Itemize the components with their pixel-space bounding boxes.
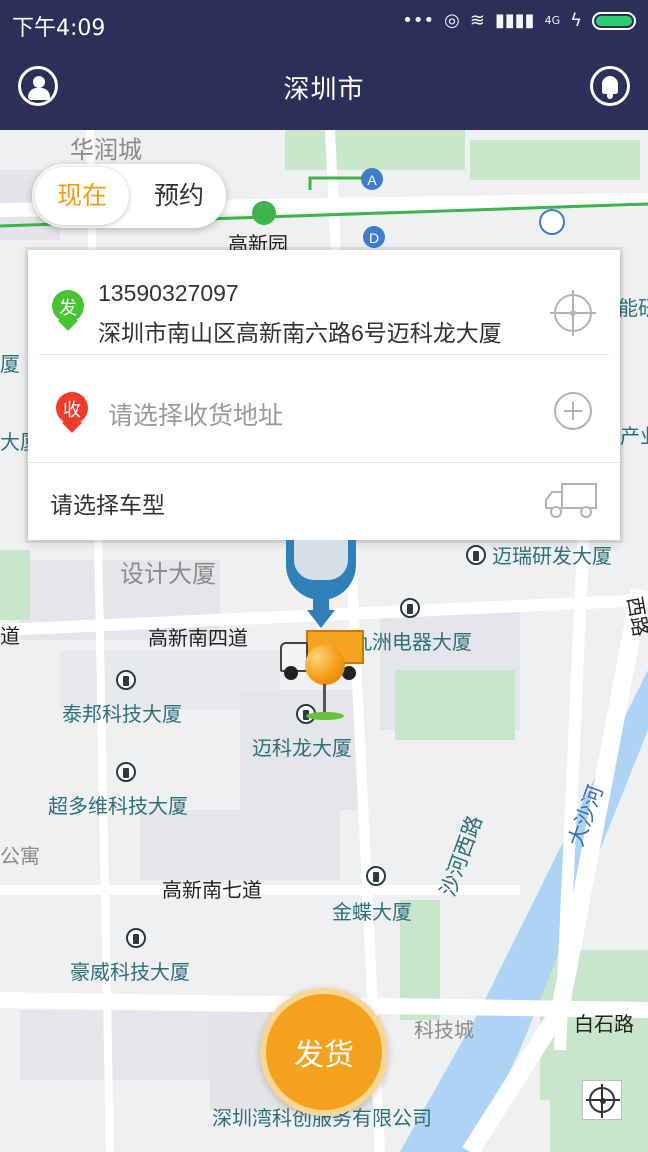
map-label-edge-gongyu: 公寓: [0, 846, 40, 868]
bell-icon[interactable]: [590, 66, 630, 106]
mode-now-button[interactable]: 现在: [35, 167, 129, 225]
receiver-address-placeholder: 请选择收货地址: [108, 402, 284, 430]
signal-icon: ▮▮▮▮: [494, 10, 535, 31]
building-icon: [116, 762, 136, 782]
poi-mairui[interactable]: 迈瑞研发大厦: [466, 540, 612, 569]
receiver-row[interactable]: 收 请选择收货地址: [28, 356, 620, 462]
wifi-icon: ≋: [469, 10, 485, 31]
building-icon: [400, 598, 420, 618]
map-label-design: 设计大厦: [120, 561, 216, 588]
map-label-haowei: 豪威科技大厦: [70, 962, 190, 984]
map-label-road4: 高新南四道: [148, 628, 248, 650]
sender-row[interactable]: 发 13590327097 深圳市南山区高新南六路6号迈科龙大厦: [28, 250, 620, 355]
poi-kingdee-pin[interactable]: [366, 866, 386, 886]
more-dots-icon: •••: [402, 10, 435, 31]
map-label-edge-yan: 能研: [618, 298, 648, 320]
svg-text:A: A: [367, 172, 377, 188]
sender-phone: 13590327097: [98, 280, 239, 306]
vehicle-type-placeholder: 请选择车型: [50, 492, 165, 518]
building-icon: [126, 928, 146, 948]
map-label-kejicheng: 科技城: [414, 1020, 474, 1042]
charging-icon: ϟ: [570, 10, 582, 31]
status-bar: 下午4:09 ••• ◎ ≋ ▮▮▮▮ 4G ϟ: [0, 0, 648, 44]
map-label-huarun: 华润城: [70, 137, 142, 164]
building-icon: [466, 544, 486, 565]
add-receiver-icon[interactable]: [554, 392, 592, 430]
status-time: 下午4:09: [12, 16, 106, 41]
locate-sender-icon[interactable]: [554, 294, 592, 332]
poi-jiuzhou[interactable]: [400, 598, 420, 618]
map-label-maikelong: 迈科龙大厦: [252, 738, 352, 760]
sender-address: 深圳市南山区高新南六路6号迈科龙大厦: [98, 320, 502, 346]
receiver-marker-icon: 收: [56, 392, 88, 433]
alarm-icon: ◎: [444, 10, 460, 31]
map-label-taibang: 泰邦科技大厦: [62, 704, 182, 726]
building-icon: [116, 670, 136, 690]
locate-me-button[interactable]: [582, 1080, 622, 1120]
map-label-road7: 高新南七道: [162, 880, 262, 902]
map-label-edge-chan: 产业: [620, 426, 648, 448]
location-balloon-icon: [305, 645, 345, 685]
divider: [28, 462, 620, 463]
divider: [38, 354, 610, 355]
current-location-marker: [286, 540, 356, 630]
order-address-card: 发 13590327097 深圳市南山区高新南六路6号迈科龙大厦 收 请选择收货…: [28, 250, 620, 540]
network-type: 4G: [544, 14, 561, 27]
truck-icon: [545, 483, 597, 518]
svg-text:D: D: [369, 230, 379, 246]
arrow-down-icon: [307, 610, 335, 628]
ship-button[interactable]: 发货: [260, 988, 388, 1116]
city-title[interactable]: 深圳市: [0, 69, 648, 106]
poi-chaoduowei-pin[interactable]: [116, 762, 136, 782]
sender-marker-icon: 发: [52, 290, 84, 331]
poi-taibang-pin[interactable]: [116, 670, 136, 690]
building-icon: [366, 866, 386, 886]
vehicle-row[interactable]: 请选择车型: [28, 464, 620, 540]
map-label-chaoduowei: 超多维科技大厦: [48, 796, 188, 818]
map-label-kingdee: 金蝶大厦: [332, 902, 412, 924]
time-mode-toggle: 现在 预约: [32, 164, 226, 228]
battery-icon: [592, 11, 636, 30]
map-label-jiuzhou: 九洲电器大厦: [352, 632, 472, 654]
map-label-edge-dao: 道: [0, 626, 20, 648]
app-header: 深圳市: [0, 44, 648, 130]
map-label-baishi: 白石路: [574, 1014, 634, 1036]
map-label-edge-xia: 厦: [0, 354, 20, 376]
mode-reserve-button[interactable]: 预约: [136, 167, 222, 225]
poi-haowei-pin[interactable]: [126, 928, 146, 948]
status-icons: ••• ◎ ≋ ▮▮▮▮ 4G ϟ: [402, 10, 636, 31]
